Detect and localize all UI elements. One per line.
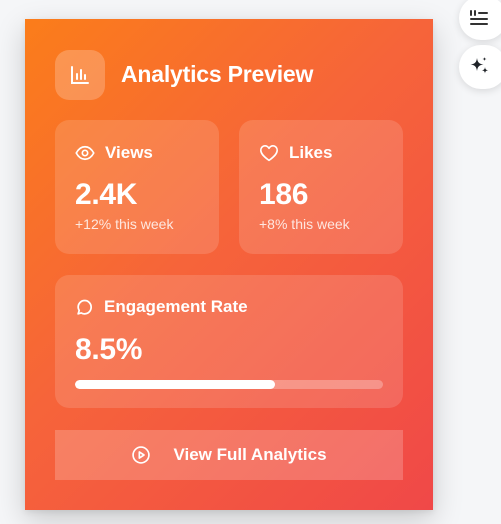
likes-value: 186 xyxy=(259,178,309,211)
bar-chart-icon xyxy=(71,66,89,84)
views-stat-tile: Views 2.4K +12% this week xyxy=(55,120,219,254)
play-circle-icon xyxy=(132,446,151,464)
quote-lines-icon xyxy=(470,10,488,25)
engagement-rate-tile: Engagement Rate 8.5% xyxy=(55,275,403,408)
eye-icon xyxy=(75,145,95,161)
sparkles-icon xyxy=(470,57,489,74)
engagement-header: Engagement Rate xyxy=(75,297,248,317)
view-full-analytics-label: View Full Analytics xyxy=(173,445,327,464)
quote-button[interactable] xyxy=(459,0,501,40)
message-circle-icon xyxy=(77,299,93,315)
screen: Analytics Preview Views 2.4K +12% this w… xyxy=(0,0,501,524)
header-icon-box xyxy=(55,50,105,100)
engagement-progress-track xyxy=(75,380,383,389)
views-stat-header: Views xyxy=(75,143,153,163)
analytics-preview-card: Analytics Preview Views 2.4K +12% this w… xyxy=(25,19,433,510)
likes-stat-tile: Likes 186 +8% this week xyxy=(239,120,403,254)
views-change: +12% this week xyxy=(75,216,174,232)
engagement-value: 8.5% xyxy=(75,333,143,366)
likes-label: Likes xyxy=(289,143,333,162)
likes-change: +8% this week xyxy=(259,216,350,232)
heart-icon xyxy=(260,144,278,162)
views-label: Views xyxy=(105,143,153,162)
view-full-analytics-button[interactable]: View Full Analytics xyxy=(55,430,403,480)
ai-sparkle-button[interactable] xyxy=(459,45,501,89)
engagement-label: Engagement Rate xyxy=(104,297,248,316)
engagement-progress-fill xyxy=(75,380,276,389)
likes-stat-header: Likes xyxy=(259,143,332,163)
views-value: 2.4K xyxy=(75,178,138,211)
card-title: Analytics Preview xyxy=(121,61,314,87)
